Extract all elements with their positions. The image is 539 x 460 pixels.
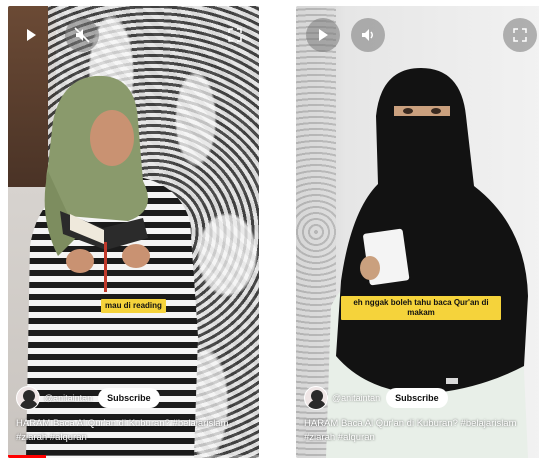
channel-name[interactable]: @anitaintan [332, 393, 380, 403]
avatar[interactable] [304, 386, 328, 410]
play-icon [319, 29, 328, 41]
play-button[interactable] [306, 18, 340, 52]
fullscreen-button[interactable] [503, 18, 537, 52]
fullscreen-icon [228, 28, 242, 42]
volume-button[interactable] [351, 18, 385, 52]
subscribe-button[interactable]: Subscribe [98, 388, 160, 408]
video-card-1[interactable]: mau di reading @anitaintan Subscribe HAR… [8, 6, 259, 458]
video-caption: eh nggak boleh tahu baca Qur'an di makam [341, 296, 501, 320]
fullscreen-icon [513, 28, 527, 42]
channel-name[interactable]: @anitaintan [44, 393, 92, 403]
volume-icon [362, 29, 373, 41]
progress-fill [8, 455, 46, 458]
mute-button[interactable] [65, 18, 99, 52]
play-icon [27, 29, 36, 41]
video-title[interactable]: HARAM Baca Al Qur'an di Kuburan? #belaja… [304, 417, 539, 445]
video-title[interactable]: HARAM Baca Al Qur'an di Kuburan? #belaja… [16, 417, 256, 445]
author-row: @anitaintan Subscribe [16, 386, 256, 410]
subscribe-button[interactable]: Subscribe [386, 388, 448, 408]
author-row: @anitaintan Subscribe [304, 386, 539, 410]
video-card-2[interactable]: eh nggak boleh tahu baca Qur'an di makam… [296, 6, 539, 458]
video-meta: @anitaintan Subscribe HARAM Baca Al Qur'… [304, 386, 539, 445]
progress-bar[interactable] [8, 455, 259, 458]
video-meta: @anitaintan Subscribe HARAM Baca Al Qur'… [16, 386, 256, 445]
fullscreen-button[interactable] [218, 18, 252, 52]
video-caption: mau di reading [101, 299, 166, 313]
mute-icon [74, 27, 90, 43]
avatar[interactable] [16, 386, 40, 410]
shorts-grid: mau di reading @anitaintan Subscribe HAR… [0, 0, 539, 460]
play-button[interactable] [14, 18, 48, 52]
